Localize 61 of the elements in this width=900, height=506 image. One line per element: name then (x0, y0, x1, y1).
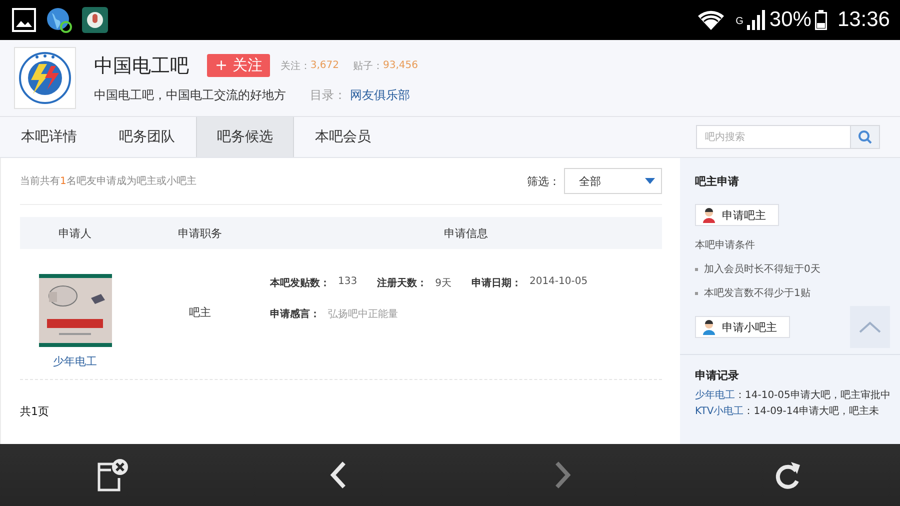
applicant-notice: 当前共有1名吧友申请成为吧主或小吧主 (20, 174, 196, 188)
forum-slogan: 中国电工吧，中国电工交流的好地方 (94, 86, 286, 104)
back-icon (328, 461, 346, 489)
apply-assistant-button[interactable]: 申请小吧主 (695, 316, 790, 338)
info-label: 申请日期： (471, 276, 522, 290)
user-link[interactable]: KTV小电工 (695, 406, 744, 417)
section-title: 申请记录 (695, 368, 740, 383)
column-header: 申请信息 (443, 226, 489, 240)
app-icon (82, 7, 108, 33)
search-field[interactable]: 吧内搜索 (696, 125, 850, 149)
info-label: 注册天数： (377, 276, 428, 290)
person-icon (702, 208, 716, 222)
filter-dropdown[interactable]: 全部 (564, 168, 662, 194)
applicant-name[interactable]: 少年电工 (53, 354, 97, 369)
network-type: G (736, 16, 744, 27)
conditions-title: 本吧申请条件 (695, 238, 756, 252)
tab[interactable]: 本吧会员 (294, 117, 392, 157)
apply-owner-button[interactable]: 申请吧主 (695, 204, 779, 226)
clock: 13:36 (837, 8, 890, 32)
info-value: 9天 (435, 277, 452, 290)
reload-icon (774, 460, 802, 490)
battery-percent: 30% (769, 8, 812, 32)
chevron-up-icon (859, 321, 881, 333)
close-tab-icon (96, 458, 130, 492)
info-label: 申请感言： (270, 307, 320, 321)
directory-link[interactable]: 网友俱乐部 (350, 86, 410, 104)
posts-label: 贴子： (352, 60, 383, 72)
followers-label: 关注： (280, 60, 310, 72)
tab[interactable]: 吧务团队 (98, 117, 196, 157)
application-record: 少年电工：14-10-05申请大吧，吧主审批中 (695, 388, 892, 403)
column-header: 申请人 (58, 226, 92, 240)
info-label: 本吧发贴数： (270, 276, 330, 290)
info-value: 133 (338, 276, 358, 289)
search-button[interactable] (850, 125, 880, 149)
globe-icon (46, 7, 72, 33)
caret-icon (645, 178, 655, 184)
person-icon (702, 320, 716, 334)
battery-icon (815, 10, 828, 30)
followers-count: 3,672 (310, 60, 339, 71)
user-link[interactable]: 少年电工 (695, 390, 735, 401)
forum-logo (14, 47, 76, 109)
directory-label: 目录： (310, 86, 346, 104)
filter-label: 筛选： (527, 174, 560, 188)
tab[interactable]: 吧务候选 (196, 117, 294, 157)
applied-role: 吧主 (188, 305, 212, 320)
application-record: KTV小电工：14-09-14申请大吧，吧主未 (695, 404, 880, 419)
forum-name: 中国电工吧 (94, 54, 189, 78)
section-title: 吧主申请 (695, 174, 740, 189)
info-value: 弘扬吧中正能量 (328, 308, 398, 321)
page-count: 共1页 (20, 404, 50, 419)
column-header: 申请职务 (177, 226, 223, 240)
condition-item: 本吧发言数不得少于1贴 (704, 286, 810, 300)
gallery-icon (12, 8, 36, 32)
tab[interactable]: 本吧详情 (0, 117, 98, 157)
info-value: 2014-10-05 (529, 276, 588, 289)
forward-icon (554, 461, 572, 489)
search-icon (858, 130, 872, 144)
wifi-icon (698, 10, 724, 30)
posts-count: 93,456 (382, 60, 418, 71)
condition-item: 加入会员时长不得短于0天 (704, 262, 820, 276)
signal-icon (747, 10, 766, 30)
